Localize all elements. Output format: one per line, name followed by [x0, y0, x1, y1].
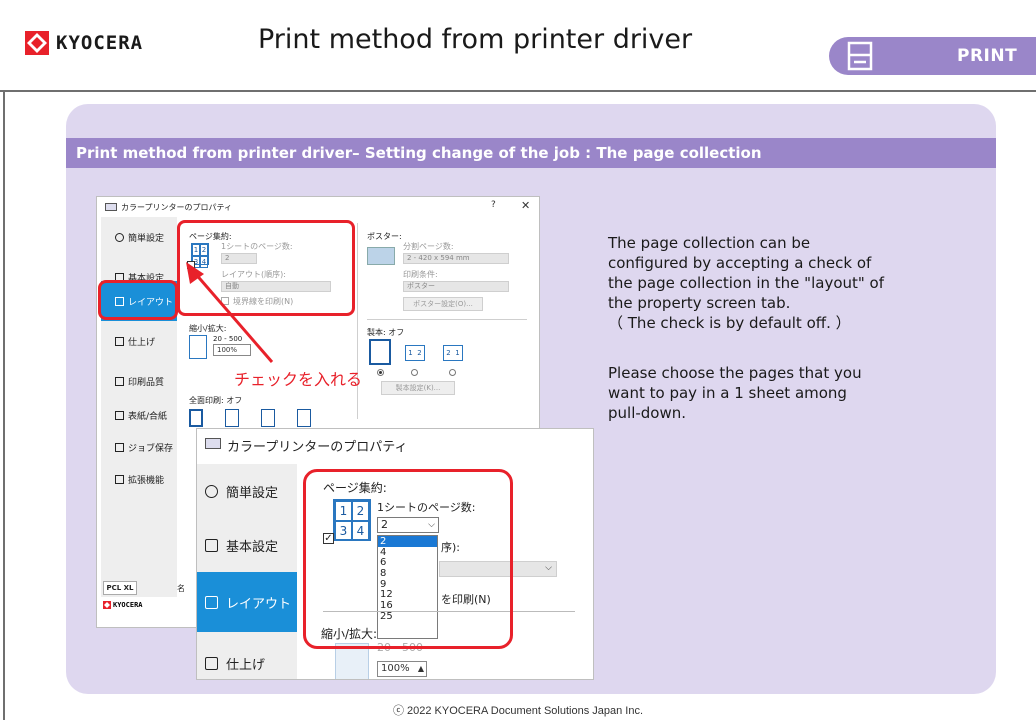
sidebar-item-finishing[interactable]: 仕上げ [197, 636, 297, 679]
description-line: configured by accepting a check of [608, 254, 872, 272]
printer-title-icon [205, 438, 221, 449]
section-title: Print method from printer driver– Settin… [76, 144, 762, 162]
print-condition-select[interactable]: ポスター [403, 281, 509, 292]
poster-preview-icon [367, 247, 395, 265]
print-badge: PRINT [829, 37, 1036, 75]
print-badge-label: PRINT [957, 46, 1018, 66]
header-divider [0, 90, 1036, 92]
dialog-title: カラープリンターのプロパティ [227, 440, 408, 455]
cover-icon [115, 410, 124, 420]
booklet-left-icon: 12 [405, 345, 425, 361]
fullpage-icon [297, 409, 311, 427]
printer-title-icon [105, 203, 117, 211]
slide: KYOCERA Print method from printer driver… [0, 0, 1036, 720]
copyright: ⓒ 2022 KYOCERA Document Solutions Japan … [392, 705, 644, 717]
sidebar-item-label: 印刷品質 [128, 377, 165, 388]
sidebar-item-label: レイアウト [226, 596, 292, 612]
clock-icon [115, 232, 124, 242]
grid-icon [205, 595, 218, 609]
sidebar-item-label: 簡単設定 [226, 485, 279, 501]
description-line: the page collection in the "layout" of [608, 274, 885, 292]
sidebar-item-label: 仕上げ [128, 337, 156, 348]
description-line: want to pay in a 1 sheet among [608, 384, 847, 402]
sidebar-item-label: 簡単設定 [128, 233, 165, 244]
fullpage-icon [261, 409, 275, 427]
description-paragraph-1: The page collection can be configured by… [608, 233, 958, 333]
folder-icon [115, 442, 124, 452]
footer-logo-text: KYOCERA [113, 601, 143, 609]
finishing-icon [205, 656, 218, 670]
dialog-title: カラープリンターのプロパティ [121, 203, 233, 212]
booklet-radio-right[interactable] [449, 369, 456, 376]
callout-check-text: チェックを入れる [234, 370, 363, 389]
chevron-down-icon: ⌵ [545, 563, 552, 573]
dialog-sidebar: 簡単設定 基本設定 レイアウト 仕上げ 印刷品質 表紙/合紙 ジョブ保存 拡張機… [101, 217, 177, 597]
image-icon [115, 376, 124, 386]
poster-label: ポスター: [367, 232, 402, 241]
sidebar-item-label: ジョブ保存 [128, 443, 174, 454]
section-header: Print method from printer driver– Settin… [66, 138, 996, 168]
booklet-right-icon: 21 [443, 345, 463, 361]
sidebar-item-layout[interactable]: レイアウト [197, 572, 297, 632]
description-line: Please choose the pages that you [608, 364, 862, 382]
description-paragraph-2: Please choose the pages that you want to… [608, 363, 958, 423]
pcl-xl-button[interactable]: PCL XL [103, 581, 137, 595]
sidebar-item-advanced[interactable]: 拡張機能 [101, 459, 177, 499]
description-line: pull-down. [608, 404, 687, 422]
sidebar-item-label: 拡張機能 [128, 475, 165, 486]
brand-name: KYOCERA [56, 32, 144, 54]
layout-tab-highlight [98, 280, 178, 320]
sidebar-item-finishing[interactable]: 仕上げ [101, 321, 177, 361]
sidebar-item-quick-setup[interactable]: 簡単設定 [101, 217, 177, 257]
poster-settings-button[interactable]: ポスター設定(O)... [403, 297, 483, 311]
printer-icon [845, 41, 875, 71]
print-condition-label: 印刷条件: [403, 270, 438, 279]
kyocera-logo-mark-icon [24, 30, 50, 56]
footer-logo: KYOCERA [103, 601, 143, 609]
divider [367, 319, 527, 320]
document-icon [205, 538, 218, 552]
description-line: （ The check is by default off. ） [608, 314, 851, 332]
spinner-up-icon[interactable]: ▲ [418, 662, 424, 676]
split-pages-select[interactable]: 2 - 420 x 594 mm [403, 253, 509, 264]
sidebar-item-label: 基本設定 [226, 539, 279, 555]
close-button[interactable]: ✕ [521, 199, 530, 212]
fullpage-label: 全面印刷: オフ [189, 396, 243, 405]
plugin-icon [115, 474, 124, 484]
fullpage-icon [225, 409, 239, 427]
sidebar-item-label: 表紙/合紙 [128, 411, 168, 422]
sidebar-item-basic[interactable]: 基本設定 [197, 518, 297, 572]
booklet-settings-button[interactable]: 製本設定(K)... [381, 381, 455, 395]
zoomed-highlight [303, 469, 513, 649]
kyocera-logo: KYOCERA [24, 30, 143, 56]
dialog-sidebar: 簡単設定 基本設定 レイアウト 仕上げ [197, 464, 297, 679]
page-title: Print method from printer driver [258, 24, 693, 55]
description-line: the property screen tab. [608, 294, 791, 312]
booklet-icon [369, 339, 391, 365]
finishing-icon [115, 336, 124, 346]
kyocera-small-logo-icon [103, 601, 111, 609]
split-pages-label: 分割ページ数: [403, 242, 454, 251]
sidebar-item-quick-setup[interactable]: 簡単設定 [197, 464, 297, 518]
help-button[interactable]: ? [491, 200, 496, 210]
scale-value: 100% [381, 663, 410, 674]
booklet-radio-off[interactable] [377, 369, 384, 376]
clock-icon [205, 484, 218, 498]
booklet-label: 製本: オフ [367, 328, 405, 337]
name-label: 名 [177, 584, 185, 593]
booklet-radio-left[interactable] [411, 369, 418, 376]
callout-arrow-icon [186, 262, 274, 363]
fullpage-icon [189, 409, 203, 427]
scale-spinner[interactable]: 100% ▲ [377, 661, 427, 677]
description-line: The page collection can be [608, 234, 811, 252]
frame-left-border [3, 90, 5, 720]
sidebar-item-label: 仕上げ [226, 657, 266, 673]
